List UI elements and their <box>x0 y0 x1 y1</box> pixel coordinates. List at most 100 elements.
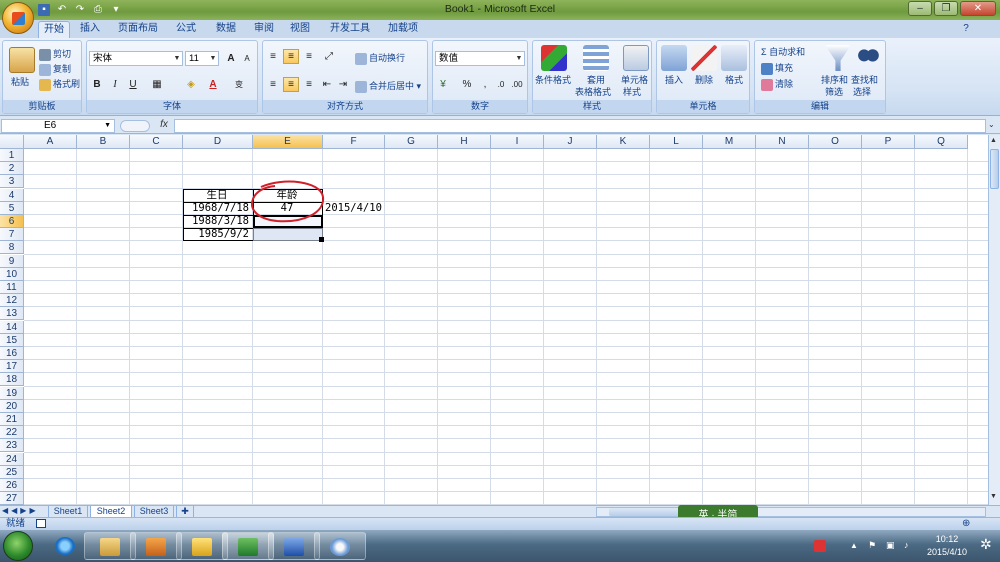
row-header-1[interactable]: 1 <box>0 149 24 162</box>
merge-center-button[interactable]: 合并后居中 ▾ <box>355 79 421 93</box>
tab-insert[interactable]: 插入 <box>74 21 106 38</box>
increase-decimal-icon[interactable]: .0 <box>493 77 509 92</box>
column-header-l[interactable]: L <box>650 135 703 149</box>
row-header-11[interactable]: 11 <box>0 281 24 294</box>
help-icon[interactable]: ? <box>960 21 972 38</box>
fill-handle[interactable] <box>319 237 324 243</box>
row-header-24[interactable]: 24 <box>0 452 24 466</box>
tab-developer[interactable]: 开发工具 <box>324 21 376 38</box>
find-select-label-2[interactable]: 选择 <box>853 85 871 98</box>
taskbar-media[interactable] <box>130 532 182 560</box>
table-format-icon[interactable] <box>583 45 609 71</box>
row-header-12[interactable]: 12 <box>0 294 24 308</box>
expand-formula-bar-icon[interactable]: ⌄ <box>988 120 998 129</box>
row-header-2[interactable]: 2 <box>0 162 24 176</box>
scroll-down-icon[interactable]: ▼ <box>990 493 999 503</box>
tab-view[interactable]: 视图 <box>284 21 316 38</box>
currency-icon[interactable]: ¥ <box>435 77 451 92</box>
decrease-indent-icon[interactable]: ⇤ <box>319 77 335 92</box>
close-button[interactable]: ✕ <box>960 1 996 16</box>
select-all-corner[interactable] <box>0 135 24 149</box>
copy-button[interactable]: 复制 <box>39 62 71 76</box>
column-header-q[interactable]: Q <box>915 135 968 149</box>
decrease-decimal-icon[interactable]: .00 <box>509 77 525 92</box>
fill-color-icon[interactable]: ◈ <box>183 77 199 92</box>
clear-button[interactable]: 清除 <box>761 77 793 91</box>
row-header-5[interactable]: 5 <box>0 201 24 215</box>
taskbar-outlook[interactable] <box>176 532 228 560</box>
row-header-21[interactable]: 21 <box>0 413 24 426</box>
row-header-7[interactable]: 7 <box>0 228 24 242</box>
taskbar-explorer[interactable] <box>84 532 136 560</box>
align-bottom-icon[interactable]: ≡ <box>301 49 317 64</box>
sort-filter-icon[interactable] <box>825 45 851 71</box>
vertical-scroll-thumb[interactable] <box>990 149 999 189</box>
format-painter-button[interactable]: 格式刷 <box>39 77 80 91</box>
font-size-select[interactable]: 11 ▼ <box>185 51 219 66</box>
cell-styles-icon[interactable] <box>623 45 649 71</box>
shrink-font-button[interactable]: A <box>239 51 255 66</box>
row-header-9[interactable]: 9 <box>0 254 24 268</box>
conditional-format-icon[interactable] <box>541 45 567 71</box>
insert-cells-button[interactable]: 插入 <box>665 73 683 86</box>
row-header-18[interactable]: 18 <box>0 373 24 387</box>
column-header-f[interactable]: F <box>323 135 385 149</box>
cut-button[interactable]: 剪切 <box>39 47 71 61</box>
binoculars-icon[interactable] <box>855 45 881 71</box>
fill-button[interactable]: 填充 <box>761 61 793 75</box>
insert-function-button[interactable]: fx <box>156 119 172 133</box>
row-header-4[interactable]: 4 <box>0 188 24 202</box>
phonetic-button[interactable]: 变 <box>231 77 247 92</box>
row-header-22[interactable]: 22 <box>0 426 24 440</box>
taskbar-excel[interactable] <box>222 532 274 560</box>
tab-page-layout[interactable]: 页面布局 <box>112 21 164 38</box>
column-header-m[interactable]: M <box>703 135 756 149</box>
tab-home[interactable]: 开始 <box>38 21 70 38</box>
paste-button[interactable]: 粘贴 <box>11 75 29 88</box>
row-header-3[interactable]: 3 <box>0 175 24 189</box>
borders-icon[interactable]: ▦ <box>149 77 165 92</box>
worksheet-grid[interactable]: A B C D E F G H I J K L M N O P Q 1 2 3 4 5 6 7 8 9 10 11 12 13 14 15 16… <box>0 135 988 505</box>
gear-icon[interactable]: ✲ <box>980 536 992 553</box>
column-header-a[interactable]: A <box>24 135 77 149</box>
cell-styles-label-2[interactable]: 样式 <box>623 85 641 98</box>
column-header-c[interactable]: C <box>130 135 183 149</box>
tab-review[interactable]: 审阅 <box>248 21 280 38</box>
row-header-19[interactable]: 19 <box>0 386 24 400</box>
flag-icon[interactable]: ⚑ <box>868 540 876 551</box>
grow-font-button[interactable]: A <box>223 51 239 66</box>
column-header-e[interactable]: E <box>253 135 323 149</box>
row-header-15[interactable]: 15 <box>0 333 24 347</box>
volume-icon[interactable]: ♪ <box>904 540 909 550</box>
column-header-o[interactable]: O <box>809 135 862 149</box>
horizontal-scrollbar[interactable] <box>596 507 986 517</box>
restore-button[interactable]: ❐ <box>934 1 958 16</box>
increase-indent-icon[interactable]: ⇥ <box>335 77 351 92</box>
column-header-h[interactable]: H <box>438 135 491 149</box>
font-color-icon[interactable]: A <box>205 77 221 92</box>
row-header-14[interactable]: 14 <box>0 320 24 334</box>
cell-f5[interactable]: 2015/4/10 <box>325 202 395 215</box>
tab-addins[interactable]: 加载项 <box>382 21 424 38</box>
row-header-6[interactable]: 6 <box>0 215 24 228</box>
cell-d5[interactable]: 1968/7/18 <box>185 202 249 215</box>
align-top-icon[interactable]: ≡ <box>265 49 281 64</box>
column-header-j[interactable]: J <box>544 135 597 149</box>
align-left-icon[interactable]: ≡ <box>265 77 281 92</box>
row-header-27[interactable]: 27 <box>0 492 24 505</box>
row-header-10[interactable]: 10 <box>0 267 24 281</box>
column-header-d[interactable]: D <box>183 135 253 149</box>
tab-data[interactable]: 数据 <box>208 21 244 38</box>
tray-app-icon[interactable] <box>814 540 826 552</box>
align-middle-icon[interactable]: ≡ <box>283 49 299 64</box>
cell-d6[interactable]: 1988/3/18 <box>185 215 249 228</box>
percent-button[interactable]: % <box>459 77 475 92</box>
office-button[interactable] <box>2 2 34 34</box>
row-header-8[interactable]: 8 <box>0 241 24 255</box>
column-header-n[interactable]: N <box>756 135 809 149</box>
taskbar-paint[interactable] <box>314 532 366 560</box>
row-header-23[interactable]: 23 <box>0 439 24 453</box>
italic-button[interactable]: I <box>107 77 123 92</box>
network-icon[interactable]: ▣ <box>886 540 895 551</box>
cell-d4[interactable]: 生日 <box>185 189 249 202</box>
